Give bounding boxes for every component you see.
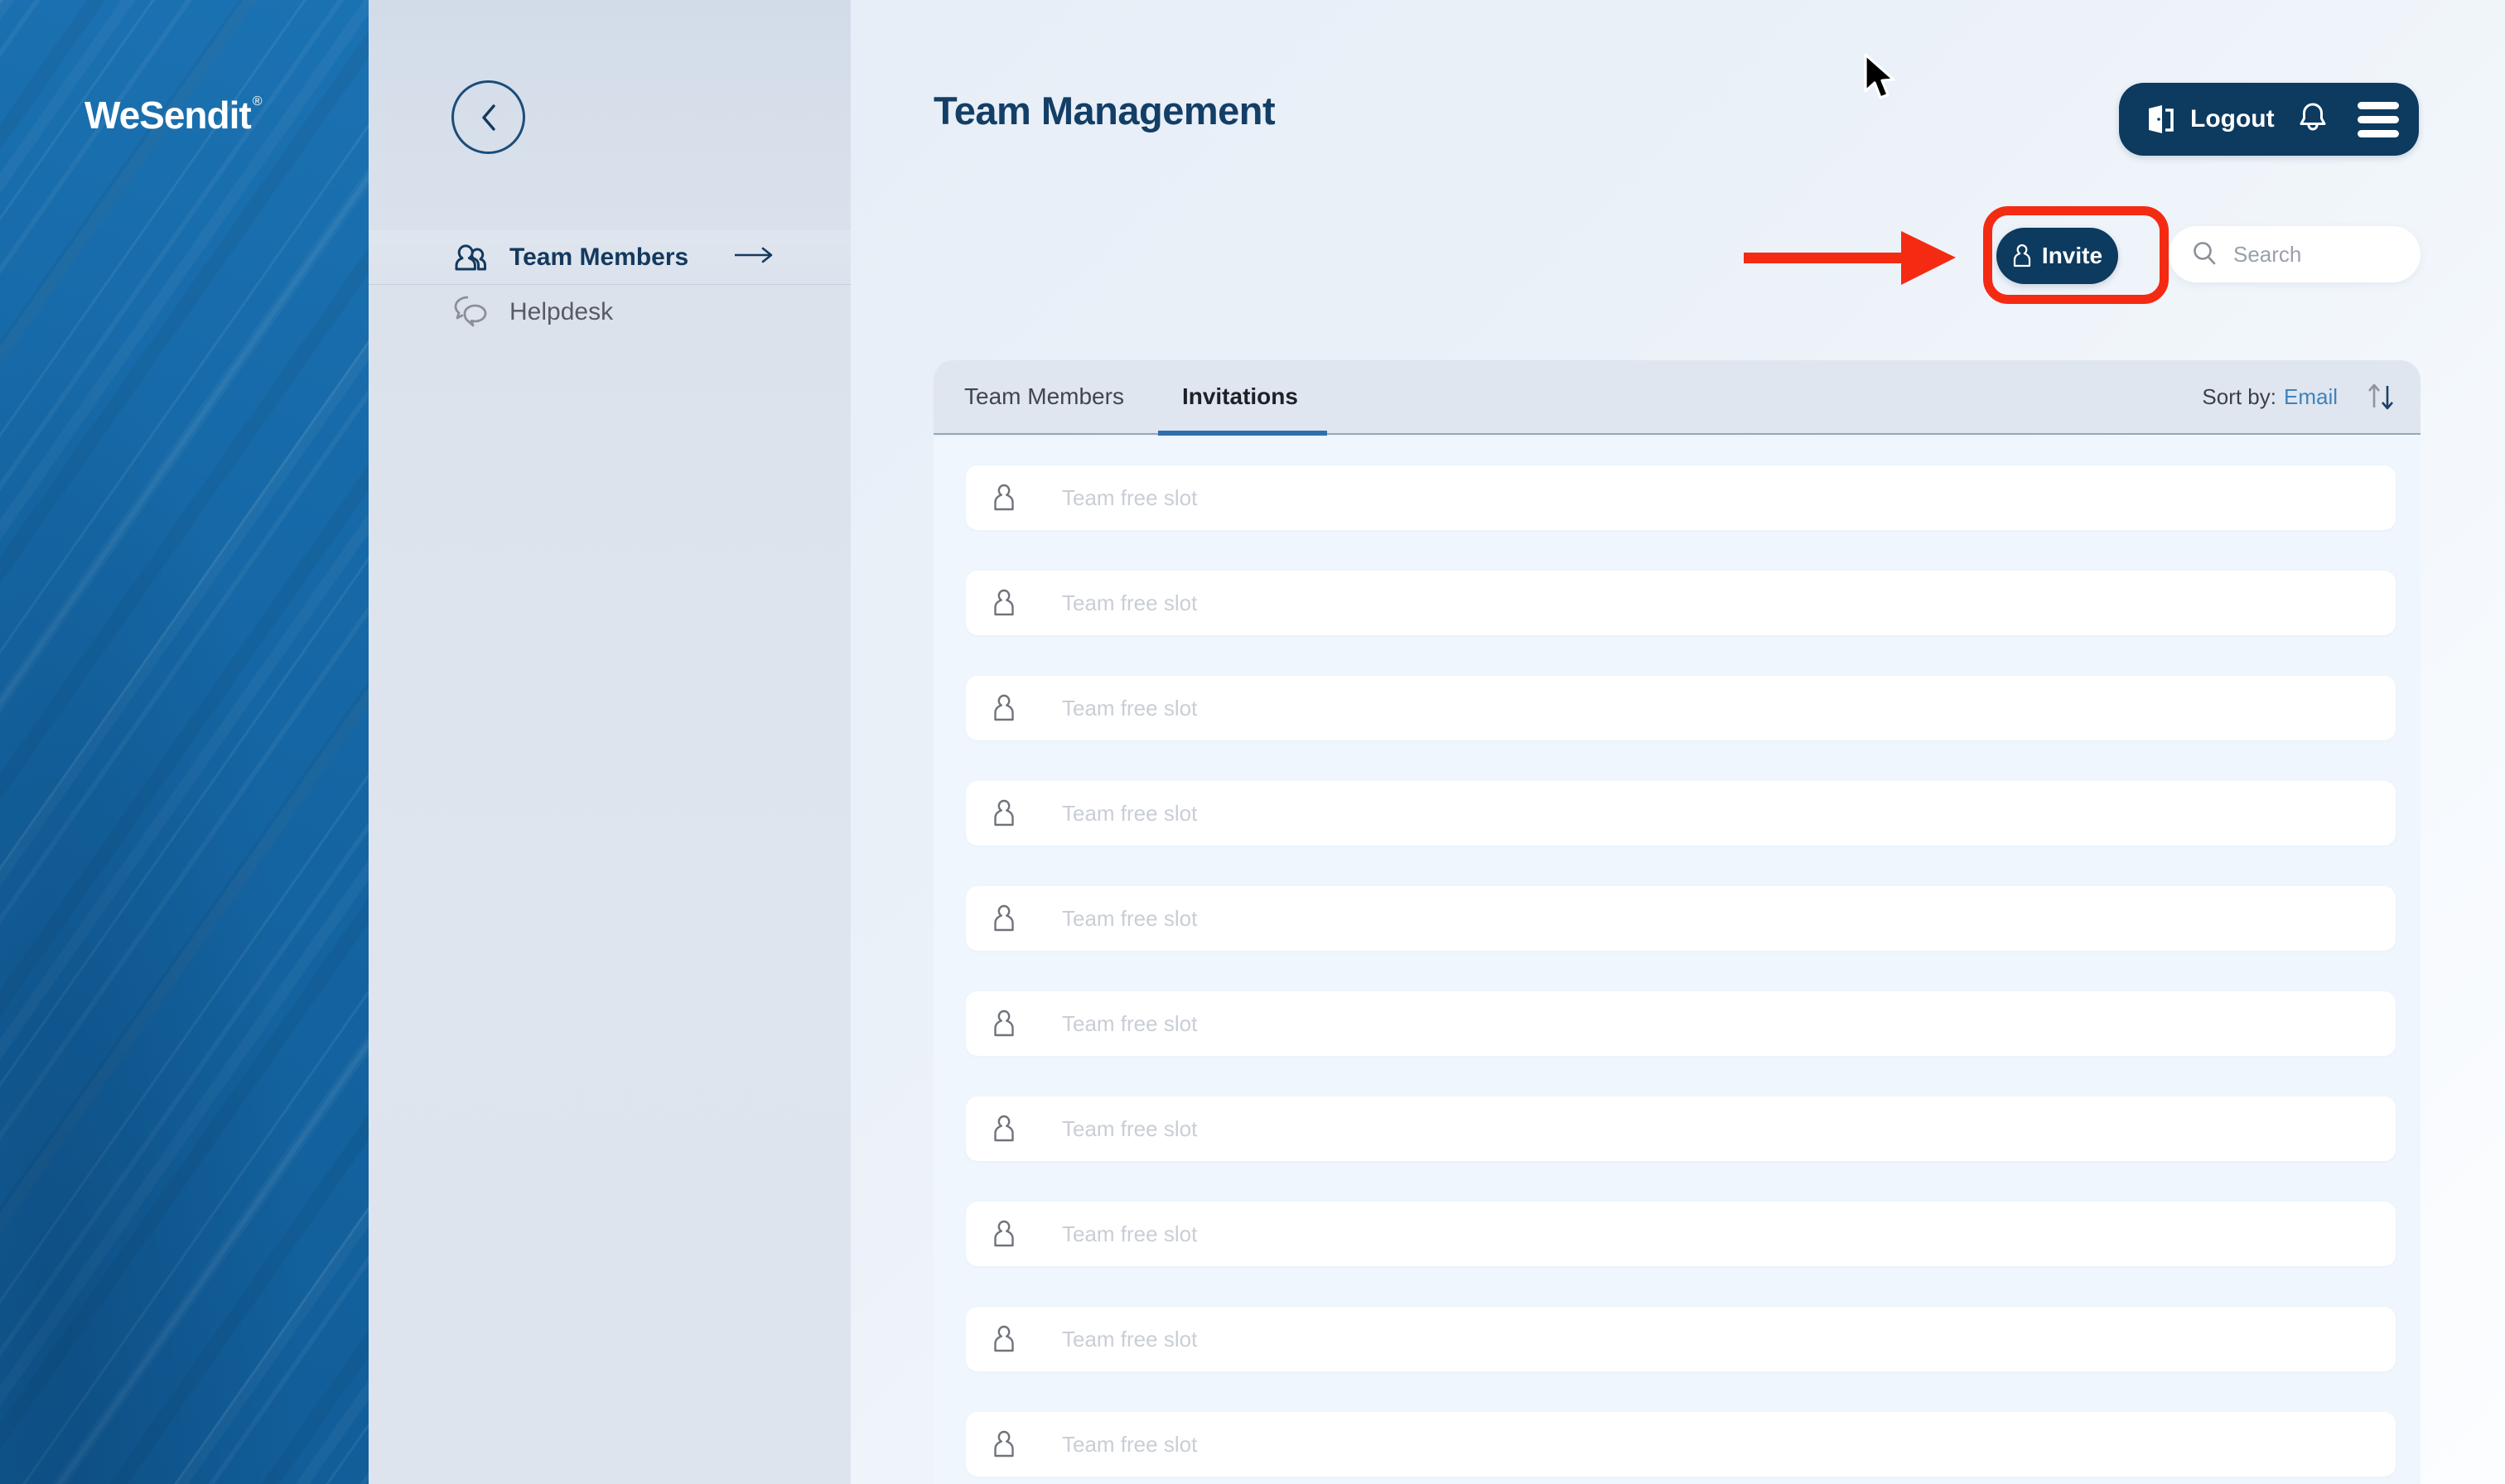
sort-field-link[interactable]: Email — [2284, 384, 2338, 410]
slot-label: Team free slot — [1062, 1432, 1197, 1458]
team-management-page: { "brand": { "logo_text": "WeSendit", "r… — [0, 0, 2505, 1484]
tab-invitations[interactable]: Invitations — [1182, 383, 1298, 410]
person-icon — [992, 484, 1016, 512]
invitations-list: Team free slot Team free slot Team free … — [934, 436, 2421, 1484]
person-icon — [992, 589, 1016, 617]
logout-door-icon — [2144, 102, 2179, 137]
page-title: Team Management — [934, 88, 1275, 133]
sidebar-item-label: Team Members — [509, 243, 688, 272]
notifications-button[interactable] — [2296, 101, 2329, 137]
user-menu-pill: Logout — [2119, 83, 2419, 156]
person-icon — [992, 904, 1016, 932]
hamburger-icon — [2358, 102, 2399, 109]
invite-label: Invite — [2042, 243, 2102, 269]
team-free-slot-row: Team free slot — [966, 465, 2396, 530]
slot-label: Team free slot — [1062, 906, 1197, 932]
wesendit-logo[interactable]: WeSendit® — [84, 93, 262, 137]
main-content: Team Management Logout — [851, 0, 2505, 1484]
arrow-right-icon — [733, 243, 776, 272]
team-free-slot-row: Team free slot — [966, 676, 2396, 740]
person-icon — [992, 799, 1016, 827]
slot-label: Team free slot — [1062, 801, 1197, 826]
slot-label: Team free slot — [1062, 590, 1197, 616]
person-icon — [992, 1430, 1016, 1458]
person-icon — [992, 1325, 1016, 1353]
slot-label: Team free slot — [1062, 1327, 1197, 1352]
team-free-slot-row: Team free slot — [966, 571, 2396, 635]
sidebar-item-label: Helpdesk — [509, 298, 613, 326]
search-input[interactable] — [2233, 242, 2421, 267]
team-free-slot-row: Team free slot — [966, 1307, 2396, 1371]
slot-label: Team free slot — [1062, 1221, 1197, 1247]
team-panel: Team Members Invitations Sort by: Email — [934, 360, 2421, 1484]
logout-label: Logout — [2190, 105, 2275, 133]
sidebar-item-team-members[interactable]: Team Members — [369, 230, 851, 285]
brand-sidebar: WeSendit® — [0, 0, 369, 1484]
sort-by-label: Sort by: — [2202, 384, 2276, 410]
tab-team-members[interactable]: Team Members — [964, 383, 1124, 410]
bell-icon — [2296, 101, 2329, 137]
back-button[interactable] — [451, 80, 525, 154]
sidebar-nav: Team Members Helpdesk — [369, 230, 851, 340]
team-free-slot-row: Team free slot — [966, 781, 2396, 846]
person-icon — [992, 1220, 1016, 1248]
slot-label: Team free slot — [1062, 1011, 1197, 1037]
search-box — [2169, 226, 2421, 282]
hamburger-menu-button[interactable] — [2358, 102, 2399, 137]
annotation-arrow — [1744, 229, 1966, 287]
registered-mark: ® — [253, 94, 262, 108]
invite-person-icon — [2012, 243, 2032, 268]
slot-label: Team free slot — [1062, 696, 1197, 721]
tab-bar: Team Members Invitations Sort by: Email — [934, 360, 2421, 435]
sidebar-item-helpdesk[interactable]: Helpdesk — [369, 285, 851, 340]
helpdesk-icon — [451, 294, 491, 330]
team-free-slot-row: Team free slot — [966, 1096, 2396, 1161]
slot-label: Team free slot — [1062, 1116, 1197, 1142]
team-members-icon — [451, 240, 491, 275]
logo-text: WeSendit — [84, 94, 251, 137]
team-free-slot-row: Team free slot — [966, 1412, 2396, 1477]
nav-sidebar: Team Members Helpdesk — [369, 0, 851, 1484]
person-icon — [992, 1009, 1016, 1038]
person-icon — [992, 694, 1016, 722]
sort-direction-icon[interactable] — [2364, 379, 2397, 414]
person-icon — [992, 1115, 1016, 1143]
team-free-slot-row: Team free slot — [966, 991, 2396, 1056]
team-free-slot-row: Team free slot — [966, 886, 2396, 951]
chevron-left-icon — [478, 101, 500, 134]
invite-button[interactable]: Invite — [1996, 228, 2118, 284]
team-free-slot-row: Team free slot — [966, 1202, 2396, 1266]
search-icon — [2190, 239, 2220, 269]
slot-label: Team free slot — [1062, 485, 1197, 511]
logout-button[interactable]: Logout — [2144, 102, 2275, 137]
sort-control: Sort by: Email — [2202, 379, 2397, 414]
